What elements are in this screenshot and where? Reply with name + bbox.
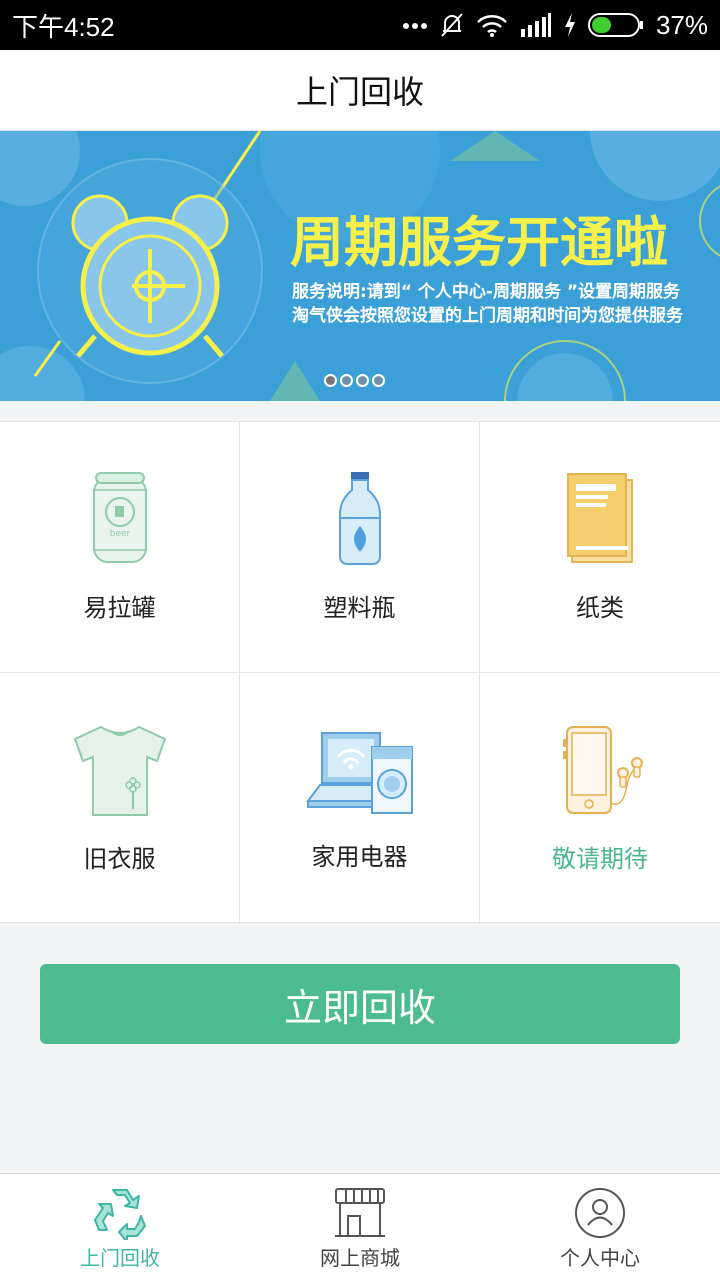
paper-book-icon [567,473,633,563]
status-time: 下午4:52 [12,11,115,42]
nav-item-personal-center[interactable]: 个人中心 [480,1174,720,1280]
mute-bell-icon [441,13,463,37]
category-coming-soon[interactable]: 敬请期待 [480,673,720,924]
more-dots-icon [402,23,427,29]
category-appliances[interactable]: 家用电器 [240,673,480,924]
status-icons: 37% [402,10,708,41]
charging-icon [564,13,575,37]
status-bar: 下午4:52 37% [0,0,720,50]
category-label: 纸类 [576,594,624,622]
category-can[interactable]: beer 易拉罐 [0,422,240,673]
category-label: 敬请期待 [552,845,648,873]
category-label: 塑料瓶 [323,594,396,622]
user-icon [575,1188,625,1238]
category-grid: beer 易拉罐 塑料瓶 纸类 旧衣服 家用电器 敬请期待 [0,421,720,924]
category-label: 旧衣服 [83,845,156,873]
battery-percent: 37% [655,9,708,40]
page-title: 上门回收 [295,73,424,111]
carousel-dot[interactable] [340,374,353,387]
nav-label: 上门回收 [80,1246,160,1270]
banner-description-line2: 淘气侠会按照您设置的上门周期和时间为您提供服务 [292,306,683,326]
banner-description-line1: 服务说明:请到“ 个人中心-周期服务 ”设置周期服务 [292,282,681,302]
carousel-dot[interactable] [372,374,385,387]
category-label: 易拉罐 [83,594,156,622]
shop-icon [335,1188,385,1237]
plastic-bottle-icon [338,472,381,565]
nav-item-online-mall[interactable]: 网上商城 [240,1174,480,1280]
recycle-icon [94,1189,146,1240]
appliances-icon [305,732,413,814]
bottom-nav: 上门回收 网上商城 个人中心 [0,1173,720,1280]
tshirt-icon [73,725,166,816]
category-old-clothes[interactable]: 旧衣服 [0,673,240,924]
recycle-now-button[interactable]: 立即回收 [40,964,680,1044]
category-label: 家用电器 [311,843,408,871]
carousel-dot[interactable] [356,374,369,387]
carousel-indicator [324,374,385,387]
phone-earphones-icon [563,726,643,814]
carousel-dot[interactable] [324,374,337,387]
category-paper[interactable]: 纸类 [480,422,720,673]
can-icon: beer [92,472,147,563]
wifi-icon [477,15,507,37]
category-plastic-bottle[interactable]: 塑料瓶 [240,422,480,673]
signal-icon [520,13,551,37]
banner-title: 周期服务开通啦 [290,211,668,274]
nav-label: 网上商城 [320,1246,400,1270]
title-bar: 上门回收 [0,50,720,131]
nav-label: 个人中心 [560,1246,640,1270]
battery-icon [587,13,643,37]
nav-item-home-recycle[interactable]: 上门回收 [0,1174,240,1280]
svg-text:beer: beer [109,529,130,539]
